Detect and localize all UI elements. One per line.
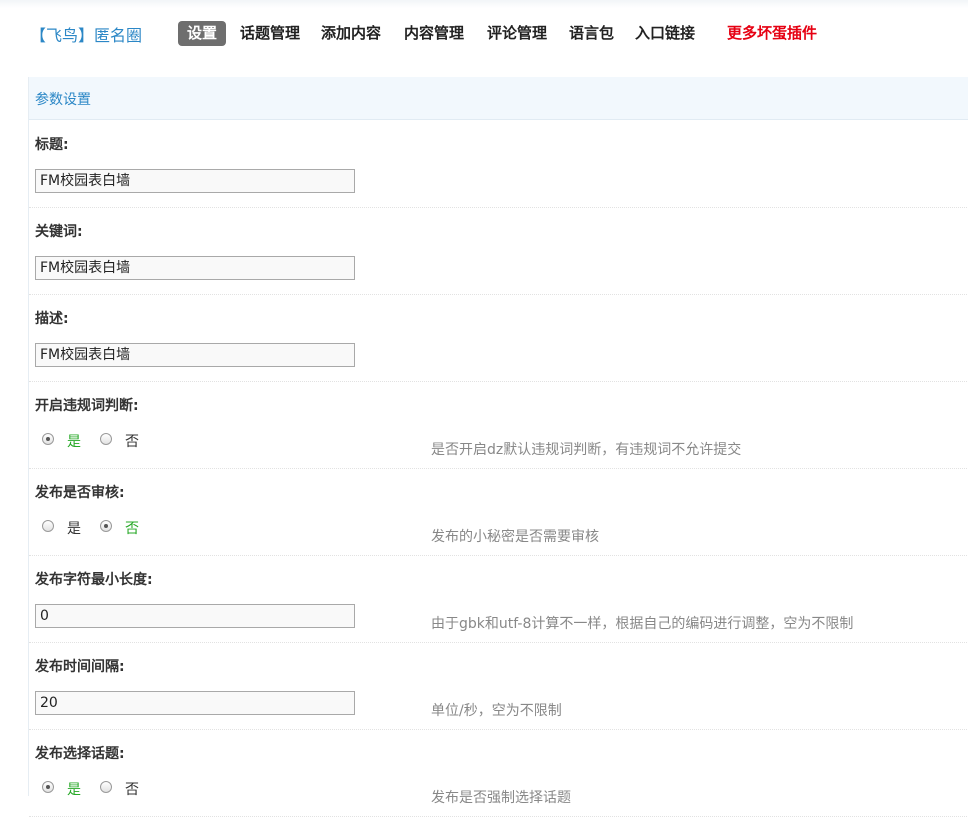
field-description: 描述: FM校园表白墙 bbox=[29, 294, 968, 382]
field-label: 描述: bbox=[35, 311, 69, 327]
min-length-input[interactable]: 0 bbox=[35, 604, 355, 628]
field-label: 发布时间间隔: bbox=[35, 659, 125, 675]
top-bar: 【飞鸟】匿名圈 设置 话题管理 添加内容 内容管理 评论管理 语言包 入口链接 … bbox=[0, 0, 968, 66]
field-hint: 由于gbk和utf-8计算不一样，根据自己的编码进行调整，空为不限制 bbox=[431, 616, 854, 632]
field-label: 关键词: bbox=[35, 224, 83, 240]
radio-label-no[interactable]: 否 bbox=[125, 431, 139, 451]
nav-more-plugins-link[interactable]: 更多坏蛋插件 bbox=[727, 21, 817, 46]
banned-words-yes-radio[interactable] bbox=[42, 433, 54, 445]
nav-tab-settings[interactable]: 设置 bbox=[178, 21, 227, 46]
radio-label-yes[interactable]: 是 bbox=[67, 518, 81, 538]
choose-topic-no-radio[interactable] bbox=[100, 781, 112, 793]
field-choose-topic: 发布选择话题: 是 否 发布是否强制选择话题 bbox=[29, 729, 968, 817]
field-hint: 单位/秒，空为不限制 bbox=[431, 703, 562, 719]
field-hint: 发布的小秘密是否需要审核 bbox=[431, 529, 599, 545]
field-publish-review: 发布是否审核: 是 否 发布的小秘密是否需要审核 bbox=[29, 468, 968, 556]
field-min-length: 发布字符最小长度: 0 由于gbk和utf-8计算不一样，根据自己的编码进行调整… bbox=[29, 555, 968, 643]
field-title: 标题: FM校园表白墙 bbox=[29, 120, 968, 208]
nav-tab-add-content[interactable]: 添加内容 bbox=[321, 21, 381, 46]
field-label: 标题: bbox=[35, 137, 69, 153]
publish-interval-input[interactable]: 20 bbox=[35, 691, 355, 715]
radio-label-no[interactable]: 否 bbox=[125, 779, 139, 799]
title-input[interactable]: FM校园表白墙 bbox=[35, 169, 355, 193]
radio-label-yes[interactable]: 是 bbox=[67, 779, 81, 799]
field-banned-words-check: 开启违规词判断: 是 否 是否开启dz默认违规词判断，有违规词不允许提交 bbox=[29, 381, 968, 469]
brand-title[interactable]: 【飞鸟】匿名圈 bbox=[30, 22, 142, 46]
keywords-input[interactable]: FM校园表白墙 bbox=[35, 256, 355, 280]
nav-tab-comment-management[interactable]: 评论管理 bbox=[487, 21, 547, 46]
publish-review-yes-radio[interactable] bbox=[42, 520, 54, 532]
publish-review-no-radio[interactable] bbox=[100, 520, 112, 532]
field-label: 发布字符最小长度: bbox=[35, 572, 153, 588]
radio-label-no[interactable]: 否 bbox=[125, 518, 139, 538]
banned-words-no-radio[interactable] bbox=[100, 433, 112, 445]
field-label: 发布选择话题: bbox=[35, 746, 125, 762]
radio-label-yes[interactable]: 是 bbox=[67, 431, 81, 451]
field-hint: 是否开启dz默认违规词判断，有违规词不允许提交 bbox=[431, 442, 742, 458]
field-hint: 发布是否强制选择话题 bbox=[431, 790, 571, 806]
field-publish-interval: 发布时间间隔: 20 单位/秒，空为不限制 bbox=[29, 642, 968, 730]
field-label: 发布是否审核: bbox=[35, 485, 125, 501]
nav-tab-entry-links[interactable]: 入口链接 bbox=[635, 21, 695, 46]
nav-tab-language-pack[interactable]: 语言包 bbox=[569, 21, 614, 46]
panel-title: 参数设置 bbox=[35, 92, 91, 108]
description-input[interactable]: FM校园表白墙 bbox=[35, 343, 355, 367]
settings-panel: 参数设置 标题: FM校园表白墙 关键词: FM校园表白墙 描述: FM校园表白… bbox=[28, 77, 968, 817]
field-keywords: 关键词: FM校园表白墙 bbox=[29, 207, 968, 295]
choose-topic-yes-radio[interactable] bbox=[42, 781, 54, 793]
nav-tab-content-management[interactable]: 内容管理 bbox=[404, 21, 464, 46]
panel-header: 参数设置 bbox=[29, 77, 968, 120]
nav-tab-topic-management[interactable]: 话题管理 bbox=[240, 21, 300, 46]
field-label: 开启违规词判断: bbox=[35, 398, 139, 414]
